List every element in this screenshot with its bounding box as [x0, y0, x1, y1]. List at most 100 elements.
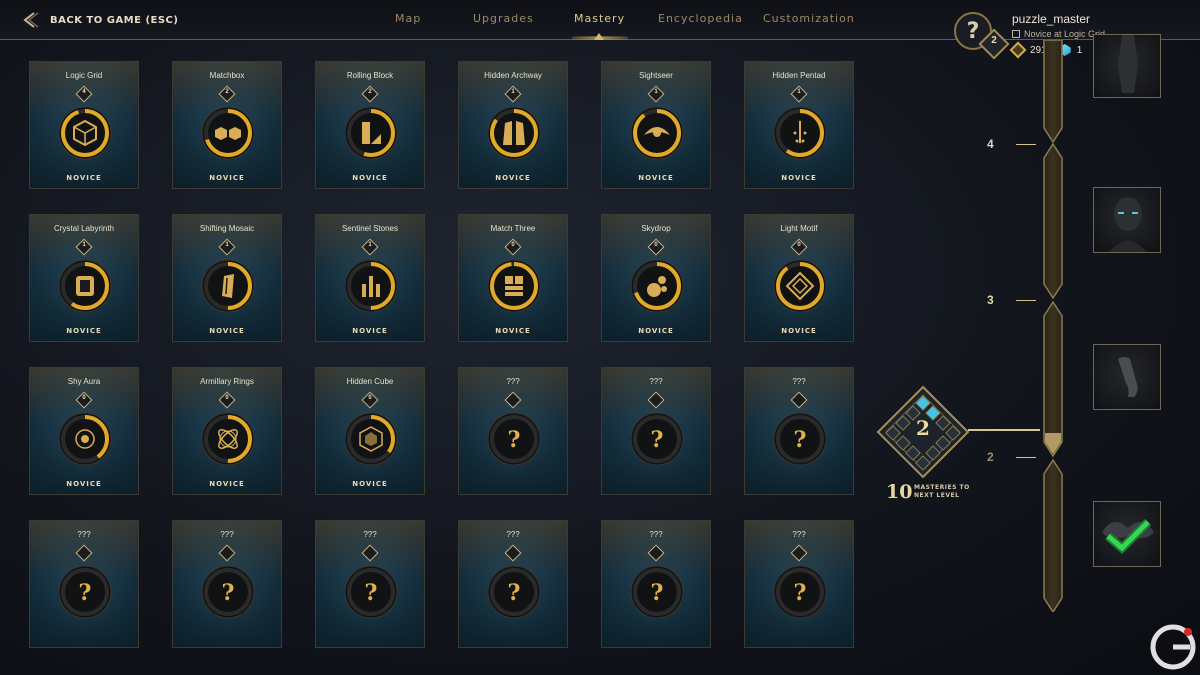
mastery-progress-ring — [344, 412, 398, 466]
tab-mastery[interactable]: Mastery — [574, 12, 625, 25]
mastery-progress-ring — [344, 259, 398, 313]
mastery-card-locked[interactable]: ???? — [458, 367, 568, 495]
level-fill — [1045, 433, 1061, 454]
card-name: Matchbox — [209, 71, 245, 80]
mastery-progress-ring — [773, 106, 827, 160]
statue-reward[interactable] — [1093, 34, 1161, 98]
mastery-card-locked[interactable]: ???? — [744, 520, 854, 648]
card-name: Hidden Cube — [346, 377, 394, 386]
player-profile: ? 2 puzzle_master Novice at Logic Grid 2… — [954, 12, 1200, 62]
locked-question-icon: ? — [651, 580, 664, 606]
mastery-card-locked[interactable]: ???? — [458, 520, 568, 648]
mastery-count-badge — [790, 391, 808, 409]
card-name: Hidden Pentad — [772, 71, 826, 80]
mastery-progress-ring — [201, 106, 255, 160]
checkmark-icon — [1105, 518, 1152, 554]
tab-map[interactable]: Map — [395, 12, 421, 25]
track-level-2: 2 — [987, 450, 994, 464]
card-rank: NOVICE — [495, 174, 531, 182]
mastery-count: 0 — [797, 242, 801, 248]
card-rank: NOVICE — [66, 327, 102, 335]
mastery-count-badge — [504, 544, 522, 562]
mastery-card[interactable]: Logic Grid 4 NOVICE — [29, 61, 139, 189]
rank-line: Novice at Logic Grid — [1012, 29, 1105, 39]
mastery-card[interactable]: Armillary Rings 0 NOVICE — [172, 367, 282, 495]
coin-icon — [1009, 41, 1027, 59]
card-name: Armillary Rings — [200, 377, 254, 386]
mastery-progress-ring — [58, 106, 112, 160]
edit-icon[interactable] — [1012, 30, 1020, 38]
track-level-3: 3 — [987, 293, 994, 307]
ring-background — [201, 412, 255, 466]
tab-encyclopedia[interactable]: Encyclopedia — [658, 12, 743, 25]
locked-question-icon: ? — [222, 580, 235, 606]
back-arrow-icon — [23, 12, 39, 28]
mastery-card[interactable]: Match Three 0 NOVICE — [458, 214, 568, 342]
mastery-card-locked[interactable]: ???? — [315, 520, 425, 648]
card-name: ??? — [792, 530, 806, 539]
mastery-count: 1 — [654, 89, 658, 95]
mastery-count: 0 — [225, 395, 229, 401]
mastery-progress-ring — [344, 106, 398, 160]
card-name: ??? — [77, 530, 91, 539]
card-rank: NOVICE — [781, 174, 817, 182]
track-tick — [1016, 144, 1036, 145]
tab-customization[interactable]: Customization — [763, 12, 855, 25]
main-tabs: Map Upgrades Mastery Encyclopedia Custom… — [380, 12, 870, 30]
mastery-card[interactable]: Shifting Mosaic 1 NOVICE — [172, 214, 282, 342]
track-level-4: 4 — [987, 137, 994, 151]
card-rank: NOVICE — [209, 174, 245, 182]
card-rank: NOVICE — [495, 327, 531, 335]
card-rank: NOVICE — [638, 174, 674, 182]
mastery-card[interactable]: Sentinel Stones 1 NOVICE — [315, 214, 425, 342]
mastery-count-badge — [647, 391, 665, 409]
mastery-card[interactable]: Hidden Pentad 1 NOVICE — [744, 61, 854, 189]
mastery-progress-ring — [487, 259, 541, 313]
active-tab-marker — [594, 33, 604, 40]
arm-icon — [1118, 357, 1138, 397]
card-name: Sightseer — [639, 71, 673, 80]
mastery-card-locked[interactable]: ???? — [601, 520, 711, 648]
card-rank: NOVICE — [638, 327, 674, 335]
mastery-progress-ring — [630, 106, 684, 160]
card-rank: NOVICE — [781, 327, 817, 335]
ring-background — [773, 259, 827, 313]
mastery-progress-ring: ? — [201, 565, 255, 619]
mastery-card[interactable]: Hidden Cube 0 NOVICE — [315, 367, 425, 495]
mastery-card[interactable]: Hidden Archway 1 NOVICE — [458, 61, 568, 189]
arm-reward[interactable] — [1093, 344, 1161, 410]
mastery-card[interactable]: Rolling Block 2 NOVICE — [315, 61, 425, 189]
player-level: 2 — [991, 35, 997, 46]
mastery-count: 2 — [225, 89, 229, 95]
mastery-progress-ring — [201, 259, 255, 313]
mastery-progress-ring — [201, 412, 255, 466]
mastery-card[interactable]: Crystal Labyrinth 1 NOVICE — [29, 214, 139, 342]
current-level: 2 — [916, 416, 930, 440]
mastery-count-badge — [218, 544, 236, 562]
card-name: Crystal Labyrinth — [53, 224, 115, 233]
track-tick — [1016, 300, 1036, 301]
mastery-progress-ring: ? — [58, 565, 112, 619]
mastery-card-locked[interactable]: ???? — [601, 367, 711, 495]
mastery-card[interactable]: Sightseer 1 NOVICE — [601, 61, 711, 189]
mastery-card-locked[interactable]: ???? — [744, 367, 854, 495]
card-rank: NOVICE — [66, 480, 102, 488]
mastery-card[interactable]: Light Motif 0 NOVICE — [744, 214, 854, 342]
back-to-game-button[interactable]: BACK TO GAME (ESC) — [20, 10, 178, 30]
mastery-count: 2 — [368, 89, 372, 95]
portrait-icon — [1109, 197, 1147, 252]
mastery-progress-ring: ? — [773, 565, 827, 619]
card-name: ??? — [792, 377, 806, 386]
mastery-card[interactable]: Matchbox 2 NOVICE — [172, 61, 282, 189]
mastery-card-locked[interactable]: ???? — [29, 520, 139, 648]
mastery-card[interactable]: Skydrop 0 NOVICE — [601, 214, 711, 342]
portrait-reward[interactable] — [1093, 187, 1161, 253]
mastery-progress-ring: ? — [487, 412, 541, 466]
card-name: Match Three — [490, 224, 536, 233]
emblem-reward[interactable] — [1093, 501, 1161, 567]
mastery-card-locked[interactable]: ???? — [172, 520, 282, 648]
tab-upgrades[interactable]: Upgrades — [473, 12, 534, 25]
mastery-count: 1 — [797, 89, 801, 95]
mastery-progress-ring: ? — [487, 565, 541, 619]
mastery-card[interactable]: Shy Aura 0 NOVICE — [29, 367, 139, 495]
